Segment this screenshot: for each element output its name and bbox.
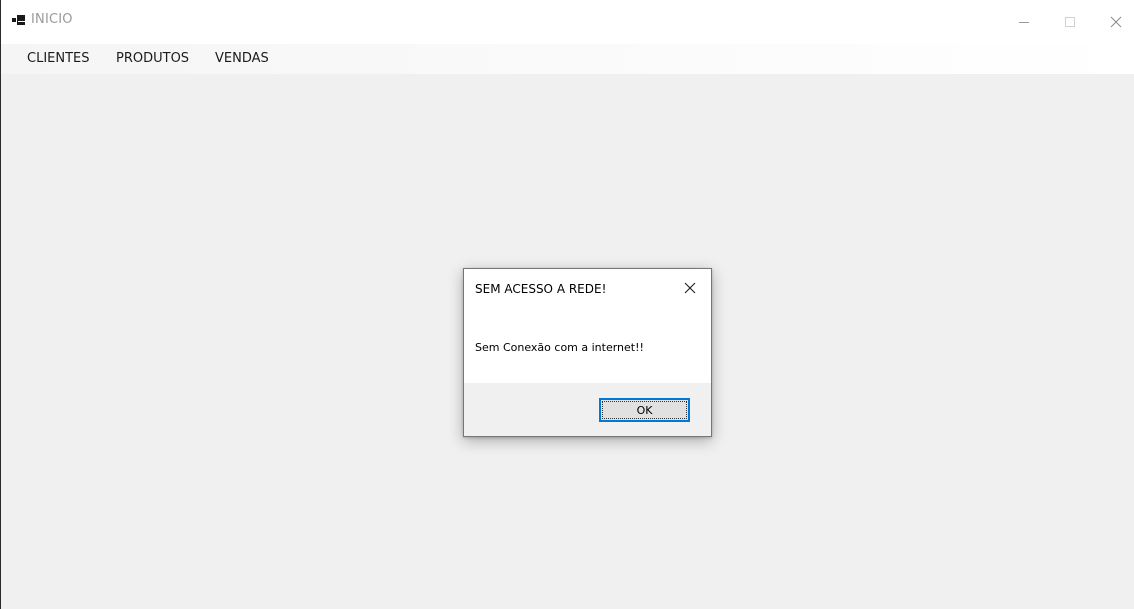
maximize-button[interactable]: [1047, 0, 1093, 44]
app-window-icon: [12, 15, 25, 25]
dialog-footer: OK: [464, 383, 711, 436]
ok-button[interactable]: OK: [599, 398, 690, 422]
message-dialog: SEM ACESSO A REDE! Sem Conexão com a int…: [463, 268, 712, 437]
maximize-icon: [1064, 16, 1076, 28]
minimize-icon: [1018, 16, 1030, 28]
dialog-close-button[interactable]: [675, 276, 705, 300]
title-bar[interactable]: INICIO: [1, 0, 1134, 44]
dialog-message: Sem Conexão com a internet!!: [475, 341, 644, 354]
dialog-title: SEM ACESSO A REDE!: [475, 282, 607, 296]
close-button[interactable]: [1093, 0, 1134, 44]
close-icon: [684, 282, 696, 294]
minimize-button[interactable]: [1001, 0, 1047, 44]
menu-item-vendas[interactable]: VENDAS: [209, 50, 275, 68]
menu-item-produtos[interactable]: PRODUTOS: [110, 50, 195, 68]
main-window: INICIO CLIENTES PRODUTOS VENDAS SEM ACES…: [0, 0, 1134, 609]
close-icon: [1110, 16, 1122, 28]
menu-item-clientes[interactable]: CLIENTES: [21, 50, 96, 68]
menu-bar: CLIENTES PRODUTOS VENDAS: [1, 44, 1134, 74]
window-title: INICIO: [31, 12, 73, 27]
